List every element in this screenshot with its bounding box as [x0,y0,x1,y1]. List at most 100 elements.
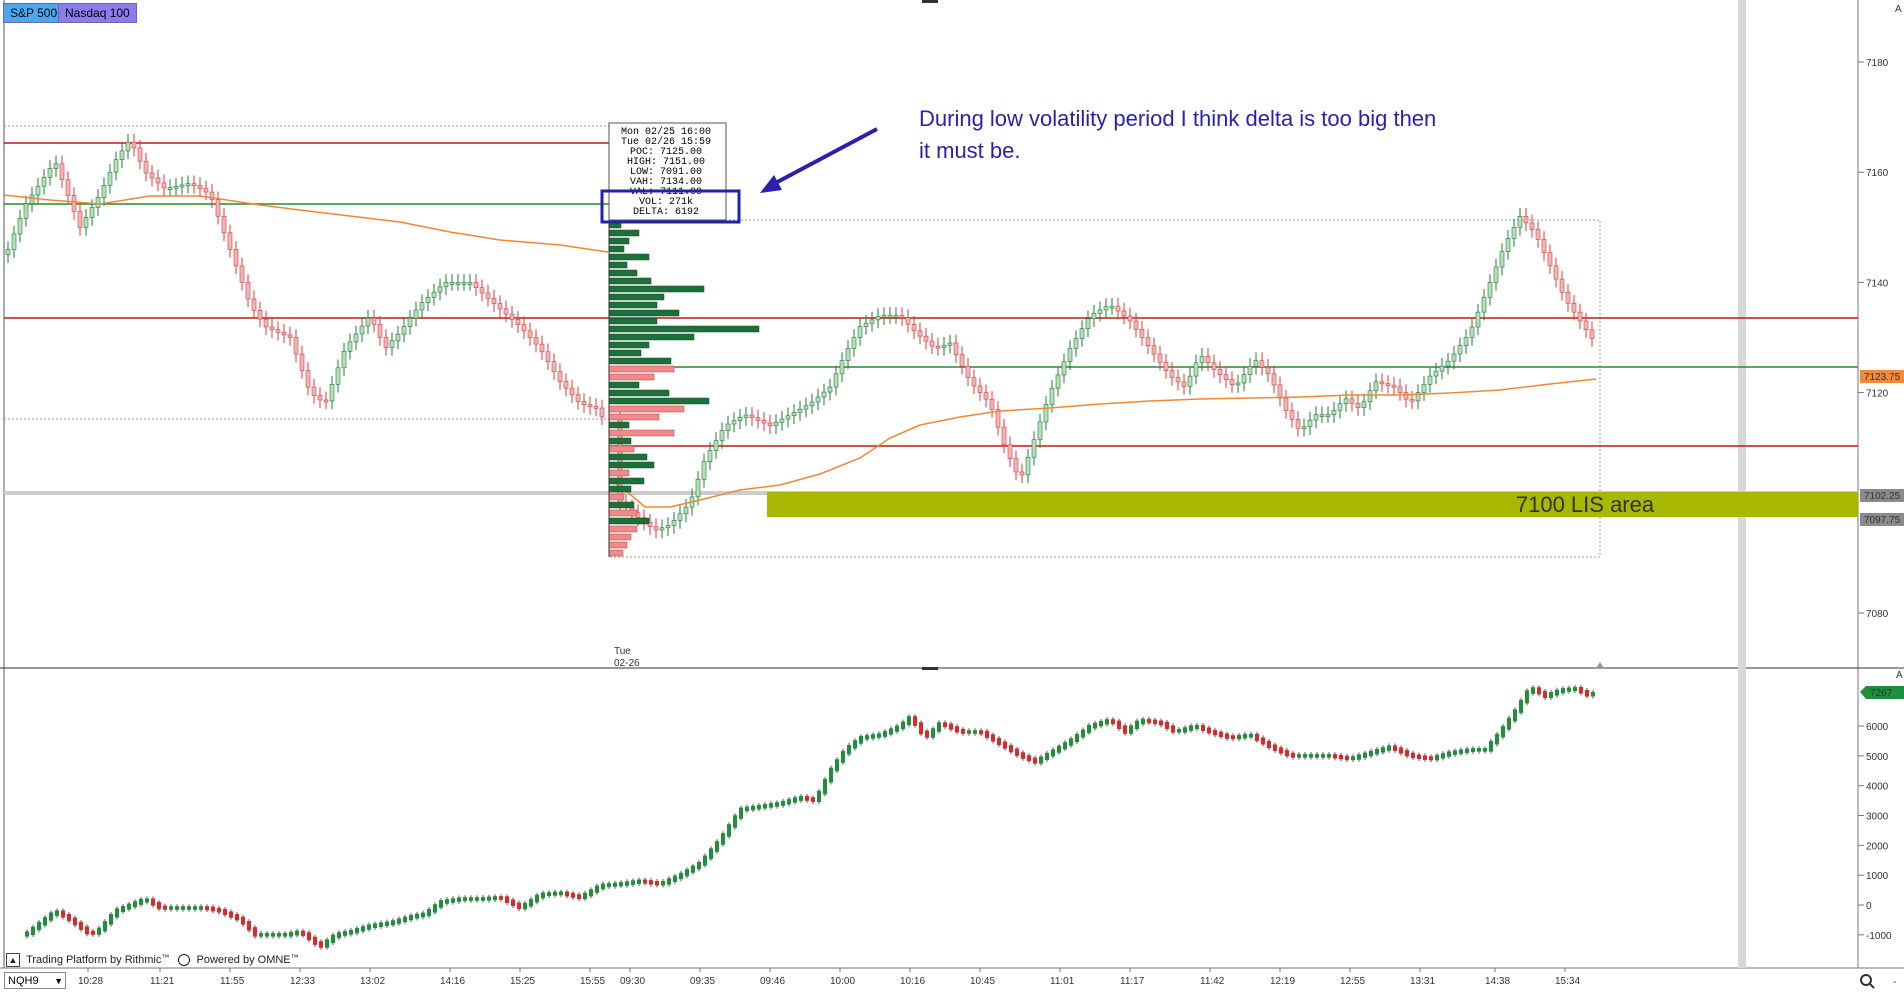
tab-nasdaq100[interactable]: Nasdaq 100 [58,3,137,23]
delta-candle [205,906,209,911]
candle [1511,227,1517,239]
delta-candle [967,730,971,734]
candle [863,322,869,327]
candle [1121,310,1127,317]
tooltip-row: DELTA: 6192 [633,207,699,218]
delta-tick-label: 6000 [1866,722,1889,733]
candle [1505,238,1511,252]
candle [443,282,449,288]
candle [221,215,227,234]
delta-candle [1081,729,1085,738]
candle [1097,309,1103,314]
delta-candle [1147,718,1151,724]
candle [95,197,101,208]
candle [83,217,89,228]
delta-candle [289,931,293,937]
delta-candle [109,913,113,925]
delta-candle [877,733,881,738]
delta-candle [1267,740,1271,749]
delta-candle [649,880,653,885]
candle [947,342,953,346]
delta-candle [1417,754,1421,759]
candle [251,298,257,311]
profile-bar [608,325,760,333]
delta-tick-label: 3000 [1866,812,1889,823]
candle [737,417,743,422]
delta-candle [1153,719,1157,725]
delta-candle [691,865,695,873]
candle [749,414,755,419]
candle [797,408,803,413]
delta-tick-label: 2000 [1866,841,1889,852]
scroll-marker [1738,0,1746,968]
time-label: 12:19 [1270,976,1295,987]
delta-tick-label: -1000 [1866,931,1892,942]
delta-candle [889,728,893,735]
delta-candle [757,804,761,810]
delta-candle [229,911,233,918]
candle [1265,366,1271,375]
candle [1199,355,1205,364]
candle [1331,409,1337,415]
profile-bar [608,269,638,277]
delta-candle [91,930,95,935]
powered-tm: ™ [290,953,299,962]
delta-candle [1375,748,1379,755]
delta-candle [883,730,887,737]
delta-candle [577,894,581,900]
delta-candle [733,815,737,828]
candle [971,377,977,387]
expand-icon[interactable]: ▲ [6,953,20,967]
delta-candle [1249,733,1253,738]
session-day: Tue [614,646,631,657]
delta-tick-label: 4000 [1866,782,1889,793]
candle [503,308,509,315]
delta-candle [199,906,203,910]
top-handle [922,0,938,3]
candle [407,317,413,327]
delta-candle [1483,748,1487,752]
delta-candle [1471,748,1475,753]
candle [557,371,563,382]
candle [1163,361,1169,371]
profile-bar [608,429,675,437]
profile-bar [608,533,632,541]
delta-candle [1405,750,1409,757]
candle [29,194,35,205]
delta-candle [235,914,239,921]
delta-candle [337,932,341,939]
delta-candle [601,883,605,890]
delta-candle [1135,720,1139,730]
candle [1013,458,1019,473]
candle [1403,392,1409,400]
delta-candle [463,897,467,901]
candle [1589,329,1595,339]
delta-candle [1477,748,1481,752]
candle [491,297,497,304]
time-label: 13:31 [1410,976,1435,987]
tab-sp500[interactable]: S&P 500 [3,3,65,23]
delta-candle [1117,720,1121,730]
candle [239,265,245,283]
delta-candle [583,892,587,900]
delta-candle [451,898,455,903]
delta-candle [1393,745,1397,751]
delta-candle [1297,754,1301,758]
delta-candle [655,880,659,886]
ticker-select[interactable]: NQH9 ▼ [4,972,66,989]
zoom-icon[interactable] [1858,972,1876,990]
delta-candle [1399,747,1403,754]
candle [683,506,689,515]
delta-candle [625,881,629,886]
delta-candle [1033,757,1037,764]
candle [575,394,581,402]
delta-candle [295,930,299,936]
delta-candle [271,933,275,937]
time-label: 10:28 [78,976,103,987]
candle [509,313,515,320]
candle [1517,215,1523,228]
candle [935,345,941,349]
delta-candle [1177,729,1181,733]
time-label: 12:33 [290,976,315,987]
candle [401,326,407,335]
